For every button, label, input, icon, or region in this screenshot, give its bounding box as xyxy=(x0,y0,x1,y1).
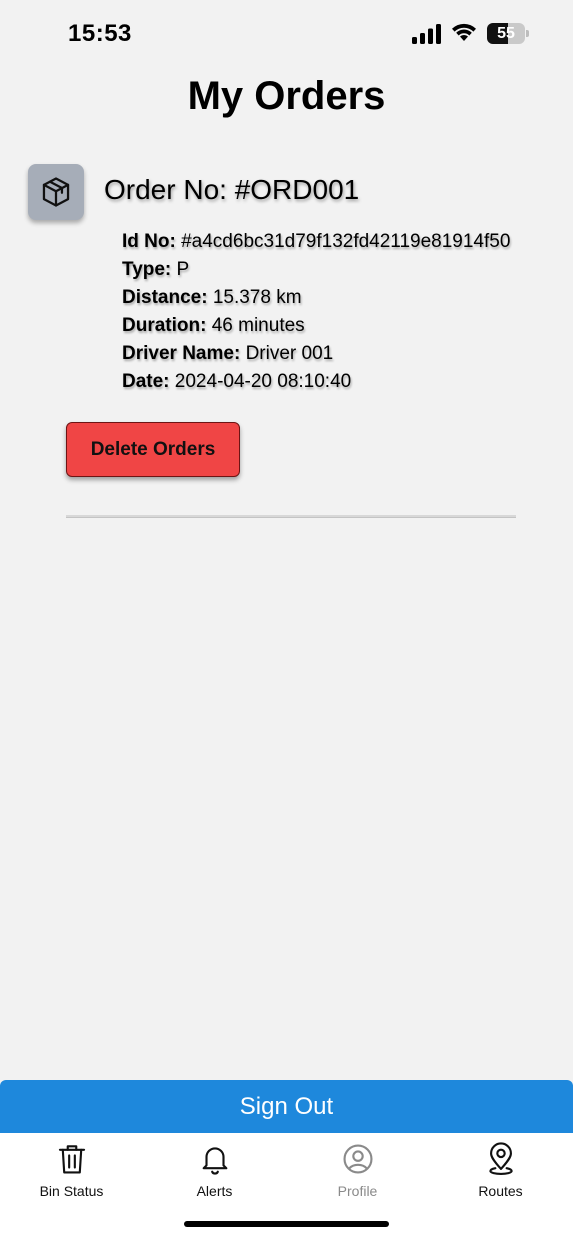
package-box-icon xyxy=(42,177,70,207)
detail-label: Type: xyxy=(122,259,172,280)
battery-icon: 55 xyxy=(487,23,529,44)
detail-value: #a4cd6bc31d79f132fd42119e81914f50 xyxy=(181,231,511,252)
cellular-signal-icon xyxy=(412,24,441,44)
tab-routes[interactable]: Routes xyxy=(429,1141,572,1203)
order-details: Id No: #a4cd6bc31d79f132fd42119e81914f50… xyxy=(122,228,562,396)
tab-bin-status[interactable]: Bin Status xyxy=(0,1141,143,1203)
sign-out-button[interactable]: Sign Out xyxy=(0,1080,573,1133)
tab-label: Routes xyxy=(478,1183,523,1199)
detail-value: 2024-04-20 08:10:40 xyxy=(174,371,352,392)
detail-value: P xyxy=(176,259,190,280)
tab-label: Profile xyxy=(337,1183,378,1199)
battery-level: 55 xyxy=(497,25,515,42)
detail-id: Id No: #a4cd6bc31d79f132fd42119e81914f50 xyxy=(122,228,562,256)
detail-label: Duration: xyxy=(122,315,207,336)
bell-icon xyxy=(202,1147,227,1175)
detail-type: Type: P xyxy=(122,256,562,284)
page-title: My Orders xyxy=(187,74,386,118)
detail-value: 46 minutes xyxy=(211,315,305,336)
tab-profile[interactable]: Profile xyxy=(286,1141,429,1203)
detail-value: 15.378 km xyxy=(212,287,302,308)
tab-label: Bin Status xyxy=(39,1183,104,1199)
trash-bin-icon xyxy=(58,1145,85,1174)
orders-screen: 15:53 55 My Orders Order No: #ORD001 Id … xyxy=(0,0,573,1239)
detail-date: Date: 2024-04-20 08:10:40 xyxy=(122,368,562,396)
detail-label: Driver Name: xyxy=(122,343,241,364)
user-circle-icon xyxy=(342,1144,373,1174)
tab-alerts[interactable]: Alerts xyxy=(143,1141,286,1203)
detail-value: Driver 001 xyxy=(245,343,334,364)
wifi-icon xyxy=(452,23,476,41)
status-bar: 15:53 55 xyxy=(0,0,573,64)
divider xyxy=(66,515,516,518)
order-number-title: Order No: #ORD001 xyxy=(104,174,360,205)
detail-duration: Duration: 46 minutes xyxy=(122,312,562,340)
detail-driver-name: Driver Name: Driver 001 xyxy=(122,340,562,368)
map-pin-icon xyxy=(488,1142,513,1175)
home-indicator xyxy=(184,1221,389,1227)
detail-label: Id No: xyxy=(122,231,176,252)
status-time: 15:53 xyxy=(68,20,132,47)
detail-distance: Distance: 15.378 km xyxy=(122,284,562,312)
tab-label: Alerts xyxy=(196,1183,233,1199)
delete-orders-button[interactable]: Delete Orders xyxy=(66,422,240,477)
detail-label: Distance: xyxy=(122,287,208,308)
detail-label: Date: xyxy=(122,371,170,392)
order-icon-box xyxy=(28,164,84,220)
